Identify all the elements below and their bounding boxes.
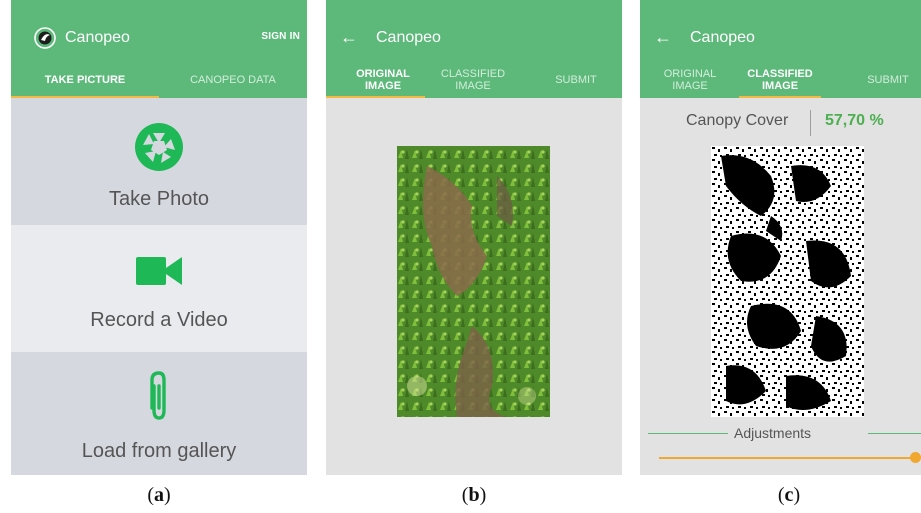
adjustments-rule-right bbox=[868, 433, 921, 434]
tab-original-image[interactable]: ORIGINAL IMAGE bbox=[348, 68, 418, 92]
canopeo-logo-icon bbox=[34, 27, 56, 49]
record-video-label: Record a Video bbox=[90, 309, 228, 331]
app-title: Canopeo bbox=[690, 29, 755, 46]
take-photo-tile[interactable]: Take Photo bbox=[11, 98, 307, 225]
adjustments-header: Adjustments bbox=[640, 423, 921, 443]
load-gallery-tile[interactable]: Load from gallery bbox=[11, 352, 307, 475]
adjustments-rule-left bbox=[648, 433, 728, 434]
canopy-cover-label: Canopy Cover bbox=[686, 112, 789, 129]
action-list: Take Photo Record a Video Load from gall… bbox=[11, 98, 307, 475]
caption-b: (b) bbox=[461, 484, 487, 506]
tab-submit[interactable]: SUBMIT bbox=[858, 74, 918, 86]
canopy-cover-row: Canopy Cover 57,70 % bbox=[640, 108, 921, 138]
sign-in-button[interactable]: SIGN IN bbox=[261, 31, 300, 42]
aperture-icon bbox=[135, 123, 183, 171]
load-gallery-label: Load from gallery bbox=[81, 440, 237, 462]
app-bar: ← Canopeo ORIGINAL IMAGE CLASSIFIED IMAG… bbox=[326, 0, 622, 98]
screen-classified-image: ← Canopeo ORIGINAL IMAGE CLASSIFIED IMAG… bbox=[640, 0, 921, 475]
adjustment-slider-thumb[interactable] bbox=[910, 452, 921, 463]
app-bar: Canopeo SIGN IN TAKE PICTURE CANOPEO DAT… bbox=[11, 0, 307, 98]
tab-take-picture[interactable]: TAKE PICTURE bbox=[11, 74, 159, 86]
app-title: Canopeo bbox=[65, 29, 130, 46]
tab-classified-image[interactable]: CLASSIFIED IMAGE bbox=[438, 68, 508, 92]
canopy-divider bbox=[810, 110, 811, 136]
back-arrow-icon[interactable]: ← bbox=[654, 27, 672, 47]
app-bar: ← Canopeo ORIGINAL IMAGE CLASSIFIED IMAG… bbox=[640, 0, 921, 98]
record-video-tile[interactable]: Record a Video bbox=[11, 225, 307, 352]
tab-indicator bbox=[739, 96, 821, 98]
original-ground-photo bbox=[397, 146, 550, 417]
adjustment-slider-track[interactable] bbox=[659, 457, 915, 459]
app-title: Canopeo bbox=[376, 29, 441, 46]
caption-c: (c) bbox=[777, 484, 801, 506]
paperclip-icon bbox=[150, 371, 166, 420]
adjustments-label: Adjustments bbox=[734, 425, 812, 441]
tab-classified-image[interactable]: CLASSIFIED IMAGE bbox=[745, 68, 815, 92]
canopy-cover-value: 57,70 % bbox=[825, 112, 884, 129]
tab-canopeo-data[interactable]: CANOPEO DATA bbox=[159, 74, 307, 86]
screen-take-picture: Canopeo SIGN IN TAKE PICTURE CANOPEO DAT… bbox=[11, 0, 307, 475]
take-photo-label: Take Photo bbox=[108, 188, 210, 210]
classified-binary-image bbox=[711, 146, 864, 417]
screen-original-image: ← Canopeo ORIGINAL IMAGE CLASSIFIED IMAG… bbox=[326, 0, 622, 475]
tab-indicator bbox=[326, 96, 425, 98]
video-camera-icon bbox=[136, 257, 182, 285]
tab-submit[interactable]: SUBMIT bbox=[546, 74, 606, 86]
back-arrow-icon[interactable]: ← bbox=[340, 27, 358, 47]
caption-a: (a) bbox=[147, 484, 171, 506]
tab-original-image[interactable]: ORIGINAL IMAGE bbox=[655, 68, 725, 92]
